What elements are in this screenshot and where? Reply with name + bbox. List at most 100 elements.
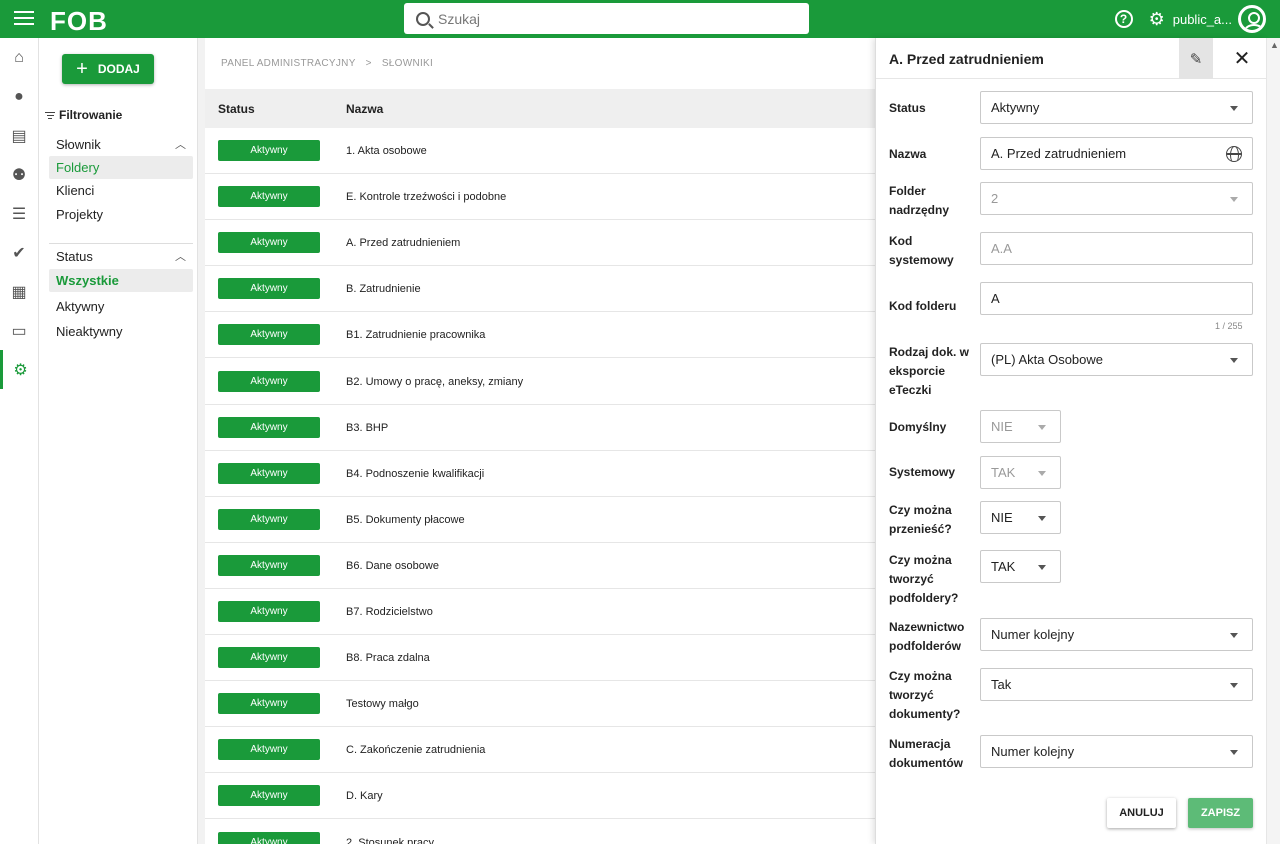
breadcrumb-admin[interactable]: PANEL ADMINISTRACYJNY xyxy=(221,58,356,69)
label-document-numbering: Numeracja dokumentów xyxy=(889,737,963,770)
label-system: Systemowy xyxy=(889,465,956,479)
label-can-move: Czy można przenieść? xyxy=(889,503,952,536)
globe-icon[interactable] xyxy=(1226,146,1242,162)
check-circle-icon[interactable]: ✔ xyxy=(0,233,38,272)
list-icon[interactable]: ☰ xyxy=(0,194,38,233)
breadcrumb-dictionaries[interactable]: SŁOWNIKI xyxy=(382,58,433,69)
name-input[interactable]: A. Przed zatrudnieniem xyxy=(980,137,1253,170)
label-folder-code: Kod folderu xyxy=(889,299,957,313)
table-row[interactable]: Aktywny C. Zakończenie zatrudnienia xyxy=(205,727,875,774)
account-icon[interactable] xyxy=(1238,5,1266,33)
add-label: DODAJ xyxy=(97,62,140,76)
status-group-toggle[interactable]: Status ︿ xyxy=(56,246,186,266)
table-row[interactable]: Aktywny B4. Podnoszenie kwalifikacji xyxy=(205,451,875,497)
document-icon[interactable]: ▦ xyxy=(0,272,38,311)
label-subfolder-naming: Nazewnictwo podfolderów xyxy=(889,620,965,653)
status-badge: Aktywny xyxy=(218,140,320,161)
can-move-select[interactable]: NIE xyxy=(980,501,1061,534)
table-row[interactable]: Aktywny Testowy małgo xyxy=(205,681,875,728)
label-can-create-subfolders: Czy można tworzyć podfoldery? xyxy=(889,553,959,605)
folder-code-input[interactable]: A xyxy=(980,282,1253,315)
cancel-button[interactable]: ANULUJ xyxy=(1107,798,1176,828)
contact-doc-icon[interactable]: ▤ xyxy=(0,116,38,155)
sidebar-item-projekty[interactable]: Projekty xyxy=(49,203,193,226)
system-code-input: A.A xyxy=(980,232,1253,265)
row-name: C. Zakończenie zatrudnienia xyxy=(346,744,486,757)
table-row[interactable]: Aktywny B1. Zatrudnienie pracownika xyxy=(205,312,875,359)
row-name: B6. Dane osobowe xyxy=(346,559,439,572)
column-status[interactable]: Status xyxy=(218,102,255,116)
settings-gears-icon[interactable]: ⚙ xyxy=(0,350,38,389)
row-name: 2. Stosunek pracy xyxy=(346,836,435,844)
status-badge: Aktywny xyxy=(218,785,320,807)
label-name: Nazwa xyxy=(889,147,927,161)
close-icon[interactable]: ✕ xyxy=(1225,38,1259,79)
status-filter-all[interactable]: Wszystkie xyxy=(49,269,193,292)
top-bar: FOB ? ⚙ public_a... xyxy=(0,0,1280,38)
plus-icon: + xyxy=(76,57,88,80)
main-content: PANEL ADMINISTRACYJNY > SŁOWNIKI Status Na… xyxy=(205,38,875,844)
table-row[interactable]: Aktywny B2. Umowy o pracę, aneksy, zmiany xyxy=(205,359,875,405)
status-badge: Aktywny xyxy=(218,278,320,300)
search-input[interactable] xyxy=(438,10,778,27)
gear-icon[interactable]: ⚙ xyxy=(1149,9,1165,30)
divider xyxy=(49,243,193,244)
sidebar-item-klienci[interactable]: Klienci xyxy=(49,179,193,202)
table-row[interactable]: Aktywny B6. Dane osobowe xyxy=(205,543,875,589)
person-icon[interactable]: ● xyxy=(0,77,38,116)
pencil-icon[interactable]: ✎ xyxy=(1179,38,1213,79)
subfolder-naming-select[interactable]: Numer kolejny xyxy=(980,618,1253,651)
table-row[interactable]: Aktywny B. Zatrudnienie xyxy=(205,266,875,313)
row-name: E. Kontrole trzeźwości i podobne xyxy=(346,191,507,204)
search-box[interactable] xyxy=(404,3,809,34)
can-create-documents-select[interactable]: Tak xyxy=(980,668,1253,701)
label-parent-folder: Folder nadrzędny xyxy=(889,184,950,217)
system-select: TAK xyxy=(980,456,1061,489)
status-badge: Aktywny xyxy=(218,370,320,392)
export-doc-type-select[interactable]: (PL) Akta Osobowe xyxy=(980,343,1253,376)
menu-icon[interactable] xyxy=(14,11,34,27)
char-counter: 1 / 255 xyxy=(1215,321,1243,331)
status-badge: Aktywny xyxy=(218,186,320,208)
help-icon[interactable]: ? xyxy=(1114,10,1133,28)
caret-down-icon xyxy=(1230,683,1238,688)
home-icon[interactable]: ⌂ xyxy=(0,38,38,77)
folder-open-icon[interactable]: ▭ xyxy=(0,311,38,350)
table-row[interactable]: Aktywny B5. Dokumenty płacowe xyxy=(205,497,875,543)
app-logo[interactable]: FOB xyxy=(50,6,108,37)
scrollbar[interactable]: ▲ xyxy=(1266,38,1280,844)
status-filter-inactive[interactable]: Nieaktywny xyxy=(49,320,193,343)
caret-down-icon xyxy=(1038,471,1046,476)
table-row[interactable]: Aktywny 2. Stosunek pracy xyxy=(205,820,875,844)
row-name: B4. Podnoszenie kwalifikacji xyxy=(346,467,485,480)
detail-panel: A. Przed zatrudnieniem ✎ ✕ Status Aktywn… xyxy=(875,38,1267,844)
row-name: Testowy małgo xyxy=(346,698,419,711)
row-name: B2. Umowy o pracę, aneksy, zmiany xyxy=(346,375,524,388)
row-name: B. Zatrudnienie xyxy=(346,283,421,296)
status-badge: Aktywny xyxy=(218,462,320,484)
caret-down-icon xyxy=(1038,565,1046,570)
save-button[interactable]: ZAPISZ xyxy=(1188,798,1253,828)
document-numbering-select[interactable]: Numer kolejny xyxy=(980,735,1253,768)
can-create-subfolders-select[interactable]: TAK xyxy=(980,550,1061,583)
table-row[interactable]: Aktywny D. Kary xyxy=(205,773,875,820)
status-badge: Aktywny xyxy=(218,739,320,761)
people-icon[interactable]: ⚉ xyxy=(0,155,38,194)
table-row[interactable]: Aktywny B8. Praca zdalna xyxy=(205,635,875,682)
status-filter-active[interactable]: Aktywny xyxy=(49,295,193,318)
caret-down-icon xyxy=(1038,516,1046,521)
table-row[interactable]: Aktywny B3. BHP xyxy=(205,405,875,451)
table-row[interactable]: Aktywny B7. Rodzicielstwo xyxy=(205,589,875,635)
table-row[interactable]: Aktywny 1. Akta osobowe xyxy=(205,128,875,174)
column-name[interactable]: Nazwa xyxy=(346,102,383,116)
add-button[interactable]: + DODAJ xyxy=(62,54,154,84)
sidebar-item-foldery[interactable]: Foldery xyxy=(49,156,193,179)
label-status: Status xyxy=(889,101,926,115)
status-badge: Aktywny xyxy=(218,554,320,576)
status-select[interactable]: Aktywny xyxy=(980,91,1253,124)
username[interactable]: public_a... xyxy=(1173,12,1232,27)
table-row[interactable]: Aktywny A. Przed zatrudnieniem xyxy=(205,220,875,267)
table-row[interactable]: Aktywny E. Kontrole trzeźwości i podobne xyxy=(205,174,875,221)
chevron-up-icon[interactable]: ▲ xyxy=(1270,40,1279,50)
dictionary-group-toggle[interactable]: Słownik ︿ xyxy=(56,134,186,154)
